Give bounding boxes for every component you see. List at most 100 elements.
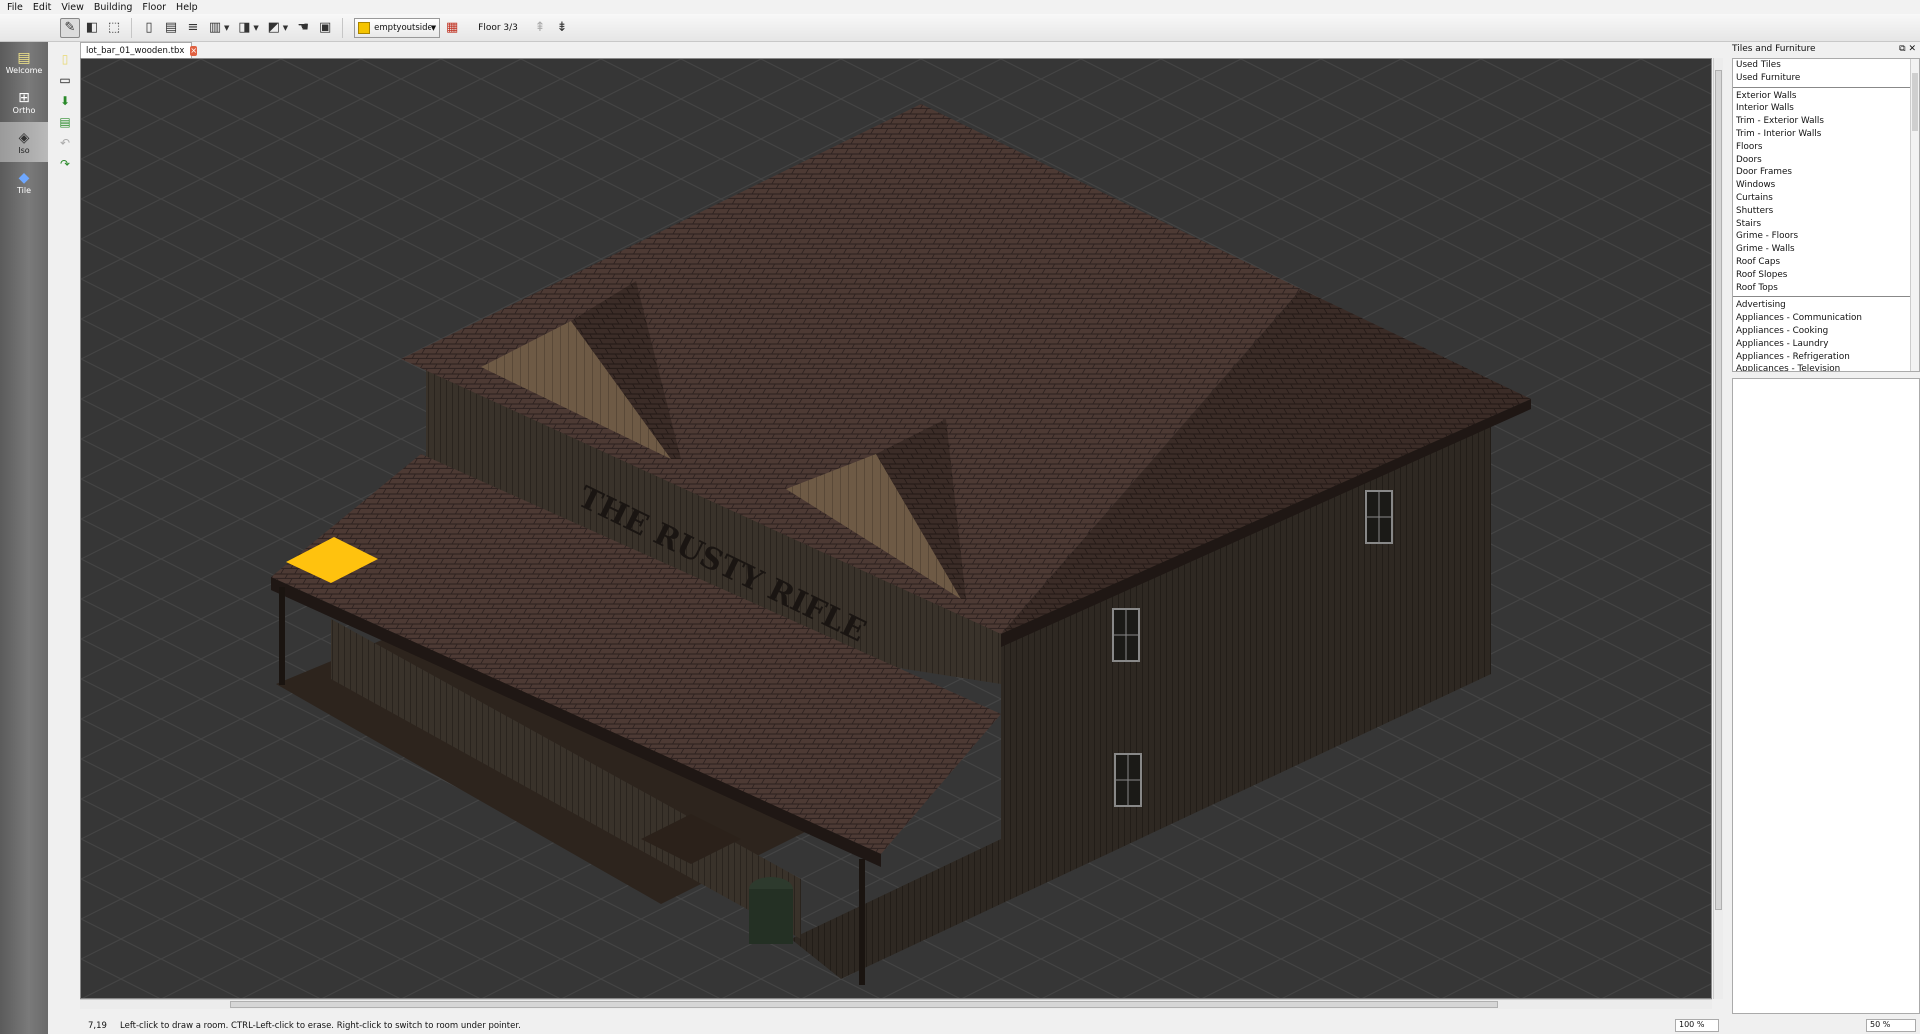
hand-tool-icon[interactable]: ☚ bbox=[293, 18, 313, 38]
pencil-tool-icon[interactable]: ✎ bbox=[60, 17, 80, 38]
status-bar: 7,19 Left-click to draw a room. CTRL-Lef… bbox=[80, 1018, 1920, 1034]
list-item[interactable]: Grime - Walls bbox=[1733, 243, 1919, 256]
status-message: Left-click to draw a room. CTRL-Left-cli… bbox=[120, 1021, 521, 1031]
door-tool-icon[interactable]: ▯ bbox=[139, 18, 159, 38]
tile-preview-panel[interactable] bbox=[1732, 378, 1920, 1014]
stairs-tool-icon[interactable]: ≡ bbox=[183, 18, 203, 38]
welcome-icon: ▤ bbox=[17, 49, 31, 66]
furniture-tool-icon[interactable]: ▥ bbox=[205, 18, 225, 38]
chevron-down-icon[interactable]: ▼ bbox=[253, 24, 258, 32]
list-item[interactable]: Used Furniture bbox=[1733, 72, 1919, 85]
roof-tool-icon[interactable]: ◨ bbox=[234, 18, 254, 38]
list-item[interactable]: Trim - Interior Walls bbox=[1733, 128, 1919, 141]
floor-down-icon[interactable]: ⇟ bbox=[552, 18, 572, 38]
mode-welcome[interactable]: ▤ Welcome bbox=[0, 42, 48, 82]
wall-tool-icon[interactable]: ◧ bbox=[82, 18, 102, 38]
floor-up-icon[interactable]: ⇞ bbox=[530, 18, 550, 38]
mode-label: Tile bbox=[16, 185, 31, 195]
list-item[interactable]: Exterior Walls bbox=[1733, 90, 1919, 103]
chevron-down-icon[interactable]: ▼ bbox=[283, 24, 288, 32]
menu-view[interactable]: View bbox=[58, 2, 91, 13]
document-tab-label: lot_bar_01_wooden.tbx bbox=[86, 45, 185, 56]
list-item[interactable]: Advertising bbox=[1733, 299, 1919, 312]
chevron-down-icon[interactable]: ▼ bbox=[224, 24, 229, 32]
canvas-vertical-scrollbar[interactable] bbox=[1713, 58, 1723, 999]
list-item[interactable]: Floors bbox=[1733, 141, 1919, 154]
list-item[interactable]: Used Tiles bbox=[1733, 59, 1919, 72]
tiles-zoom-select[interactable]: 50 % bbox=[1866, 1019, 1916, 1032]
toolbar-separator bbox=[131, 17, 132, 38]
list-item[interactable]: Roof Tops bbox=[1733, 282, 1919, 295]
room-select[interactable]: emptyoutside ▼ bbox=[354, 17, 441, 38]
room-select-value: emptyoutside bbox=[374, 22, 431, 33]
list-item[interactable]: Doors bbox=[1733, 154, 1919, 167]
list-item[interactable]: Trim - Exterior Walls bbox=[1733, 115, 1919, 128]
dock-title-bar: Tiles and Furniture ⧉ ✕ bbox=[1728, 42, 1920, 56]
list-item[interactable]: Windows bbox=[1733, 179, 1919, 192]
scrollbar-thumb[interactable] bbox=[230, 1001, 1498, 1008]
list-item[interactable]: Appliances - Refrigeration bbox=[1733, 351, 1919, 364]
rooms-dialog-icon[interactable]: ▦ bbox=[442, 18, 462, 38]
select-rect-tool-icon[interactable]: ⬚ bbox=[104, 18, 124, 38]
tile-category-list[interactable]: Used Tiles Used Furniture Exterior Walls… bbox=[1732, 58, 1920, 372]
room-color-swatch bbox=[358, 21, 371, 34]
porch-post-right bbox=[859, 859, 865, 985]
menu-bar: File Edit View Building Floor Help bbox=[0, 0, 1920, 14]
iso-diamond-icon: ◈ bbox=[18, 129, 30, 146]
mode-label: Welcome bbox=[5, 65, 43, 75]
window-upper-right bbox=[1365, 490, 1393, 544]
rooms-tool-icon[interactable]: ▣ bbox=[315, 18, 335, 38]
export-icon[interactable]: ▤ bbox=[56, 113, 74, 131]
menu-building[interactable]: Building bbox=[91, 2, 140, 13]
list-item[interactable]: Door Frames bbox=[1733, 166, 1919, 179]
scrollbar-thumb[interactable] bbox=[1912, 73, 1918, 131]
menu-floor[interactable]: Floor bbox=[139, 2, 173, 13]
menu-help[interactable]: Help bbox=[173, 2, 205, 13]
list-item[interactable]: Curtains bbox=[1733, 192, 1919, 205]
save-icon[interactable]: ⬇ bbox=[56, 92, 74, 110]
toolbar-separator bbox=[342, 17, 344, 38]
mode-iso[interactable]: ◈ Iso bbox=[0, 122, 48, 162]
menu-edit[interactable]: Edit bbox=[30, 2, 58, 13]
main-toolbar: ✎ ◧ ⬚ ▯ ▤ ≡ ▥ ▼ ◨ ▼ ◩ ▼ ☚ ▣ emptyoutside ▼ … bbox=[0, 14, 1920, 42]
document-tab[interactable]: lot_bar_01_wooden.tbx × bbox=[80, 42, 198, 58]
roof-corner-tool-icon[interactable]: ◩ bbox=[264, 18, 284, 38]
new-file-icon[interactable]: ▯ bbox=[56, 50, 74, 68]
tile-icon: ◆ bbox=[18, 169, 30, 186]
dock-float-close-icon[interactable]: ⧉ ✕ bbox=[1899, 44, 1916, 54]
list-item[interactable]: Shutters bbox=[1733, 205, 1919, 218]
list-item[interactable]: Stairs bbox=[1733, 218, 1919, 231]
list-item[interactable]: Grime - Floors bbox=[1733, 230, 1919, 243]
close-icon[interactable]: × bbox=[190, 45, 198, 56]
mode-label: Ortho bbox=[12, 105, 36, 115]
redo-icon[interactable]: ↷ bbox=[56, 155, 74, 173]
open-file-icon[interactable]: ▭ bbox=[56, 71, 74, 89]
undo-icon[interactable]: ↶ bbox=[56, 134, 74, 152]
mode-sidebar: ▤ Welcome ⊞ Ortho ◈ Iso ◆ Tile bbox=[0, 42, 48, 1034]
list-item[interactable]: Appliances - Laundry bbox=[1733, 338, 1919, 351]
porch-post-left bbox=[279, 587, 285, 685]
iso-canvas[interactable]: THE RUSTY RIFLE bbox=[80, 58, 1712, 999]
mode-ortho[interactable]: ⊞ Ortho bbox=[0, 82, 48, 122]
trash-barrel bbox=[749, 889, 793, 944]
canvas-zoom-select[interactable]: 100 % bbox=[1675, 1019, 1719, 1032]
list-item[interactable]: Roof Slopes bbox=[1733, 269, 1919, 282]
mode-tile[interactable]: ◆ Tile bbox=[0, 162, 48, 202]
list-item[interactable]: Roof Caps bbox=[1733, 256, 1919, 269]
list-item[interactable]: Appliances - Cooking bbox=[1733, 325, 1919, 338]
list-item[interactable]: Appliances - Communication bbox=[1733, 312, 1919, 325]
canvas-horizontal-scrollbar[interactable] bbox=[80, 999, 1712, 1009]
cursor-coords: 7,19 bbox=[88, 1021, 107, 1031]
scrollbar-thumb[interactable] bbox=[1715, 70, 1722, 910]
list-scrollbar[interactable] bbox=[1910, 59, 1919, 371]
window-upper-left bbox=[1112, 608, 1140, 662]
mode-label: Iso bbox=[18, 145, 30, 155]
file-tool-column: ▯ ▭ ⬇ ▤ ↶ ↷ bbox=[52, 46, 78, 1006]
window-tool-icon[interactable]: ▤ bbox=[161, 18, 181, 38]
menu-file[interactable]: File bbox=[4, 2, 30, 13]
building-render: THE RUSTY RIFLE bbox=[81, 59, 1711, 998]
list-item[interactable]: Interior Walls bbox=[1733, 102, 1919, 115]
chevron-down-icon: ▼ bbox=[430, 23, 437, 32]
ortho-grid-icon: ⊞ bbox=[18, 89, 30, 106]
list-item[interactable]: Applicances - Television bbox=[1733, 363, 1919, 371]
